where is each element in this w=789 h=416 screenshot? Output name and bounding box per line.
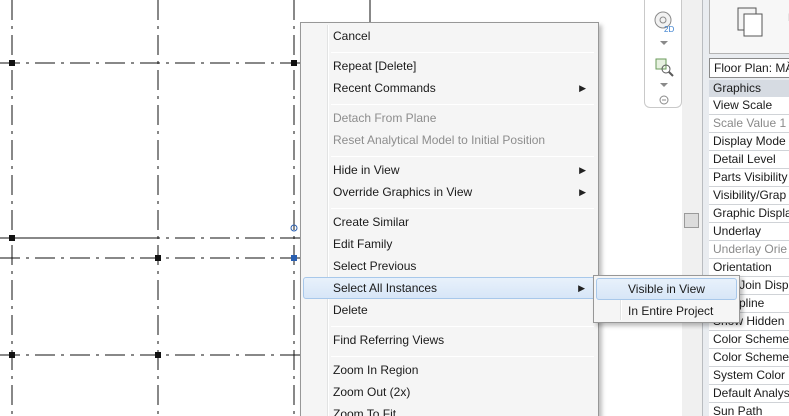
vertical-scrollbar[interactable] (682, 0, 702, 416)
menu-item-create-similar[interactable]: Create Similar (303, 211, 596, 233)
menu-item-label: Zoom In Region (333, 363, 419, 377)
property-row[interactable]: Underlay (709, 223, 789, 241)
menu-item-label: Repeat [Delete] (333, 59, 417, 73)
menu-item-select-previous[interactable]: Select Previous (303, 255, 596, 277)
menu-separator (331, 356, 594, 357)
menu-separator (331, 326, 594, 327)
submenu-item-visible-in-view[interactable]: Visible in View (596, 278, 737, 300)
menu-item-override-graphics-in-view[interactable]: Override Graphics in View ▶ (303, 181, 596, 203)
property-row[interactable]: Color Scheme (709, 349, 789, 367)
properties-section-header[interactable]: Graphics (709, 80, 789, 97)
chevron-down-icon[interactable] (653, 80, 675, 90)
menu-item-label: Detach From Plane (333, 111, 437, 125)
floor-plan-type-icon (737, 7, 763, 37)
menu-item-label: Create Similar (333, 215, 410, 229)
menu-item-label: Select All Instances (333, 281, 438, 295)
menu-item-detach-from-plane[interactable]: Detach From Plane (303, 107, 596, 129)
menu-item-edit-family[interactable]: Edit Family (303, 233, 596, 255)
properties-rows: View Scale Scale Value 1 Display Mode Detai… (709, 97, 789, 416)
menu-item-reset-analytical-model-to-initial-position[interactable]: Reset Analytical Model to Initial Positi… (303, 129, 596, 151)
menu-item-label: Zoom To Fit (333, 407, 397, 416)
menu-item-repeat-delete[interactable]: Repeat [Delete] (303, 55, 596, 77)
menu-item-select-all-instances[interactable]: Select All Instances ▶ (303, 277, 596, 299)
properties-panel: Fl Floor Plan: MĂ Graphics View ScaleSca… (702, 0, 789, 416)
property-row[interactable]: System Color (709, 367, 789, 385)
menu-separator (331, 208, 594, 209)
property-row[interactable]: Parts Visibility (709, 169, 789, 187)
menu-separator (331, 156, 594, 157)
menu-item-label: Zoom Out (2x) (333, 385, 411, 399)
property-row[interactable]: View Scale (709, 97, 789, 115)
menu-separator (331, 104, 594, 105)
property-row[interactable]: Scale Value 1 (709, 115, 789, 133)
scroll-thumb[interactable] (684, 213, 699, 228)
submenu-arrow-icon: ▶ (579, 187, 586, 197)
menu-item-label: Select Previous (333, 259, 417, 273)
menu-item-label: Reset Analytical Model to Initial Positi… (333, 133, 546, 147)
context-menu: Cancel Repeat [Delete] Recent Commands ▶ Det… (300, 22, 599, 416)
steering-wheel-2d-icon[interactable]: 2D (653, 10, 675, 32)
property-row[interactable]: Visibility/Grap (709, 187, 789, 205)
menu-item-delete[interactable]: Delete (303, 299, 596, 321)
type-selector[interactable]: Fl (709, 0, 789, 54)
chevron-down-icon[interactable] (653, 38, 675, 48)
zoom-region-icon[interactable] (653, 56, 675, 78)
submenu-item-label: Visible in View (628, 282, 705, 296)
menu-item-label: Override Graphics in View (333, 185, 473, 199)
submenu-item-in-entire-project[interactable]: In Entire Project (596, 300, 737, 322)
menu-item-zoom-in-region[interactable]: Zoom In Region (303, 359, 596, 381)
property-row[interactable]: Color Scheme (709, 331, 789, 349)
menu-separator (331, 52, 594, 53)
property-row[interactable]: Sun Path (709, 403, 789, 416)
menu-item-zoom-out-2x[interactable]: Zoom Out (2x) (303, 381, 596, 403)
property-row[interactable]: Display Mode (709, 133, 789, 151)
menu-item-label: Recent Commands (333, 81, 436, 95)
property-row[interactable]: Default Analys (709, 385, 789, 403)
menu-item-label: Edit Family (333, 237, 393, 251)
submenu-arrow-icon: ▶ (578, 283, 585, 293)
menu-item-label: Cancel (333, 29, 371, 43)
menu-item-cancel[interactable]: Cancel (303, 25, 596, 47)
property-row[interactable]: Graphic Displa (709, 205, 789, 223)
options-icon[interactable] (653, 94, 675, 106)
select-all-instances-submenu: Visible in View In Entire Project (593, 275, 740, 323)
property-row[interactable]: Underlay Orie (709, 241, 789, 259)
menu-item-zoom-to-fit[interactable]: Zoom To Fit (303, 403, 596, 416)
menu-item-hide-in-view[interactable]: Hide in View ▶ (303, 159, 596, 181)
menu-item-find-referring-views[interactable]: Find Referring Views (303, 329, 596, 351)
submenu-item-label: In Entire Project (628, 304, 714, 318)
submenu-arrow-icon: ▶ (579, 165, 586, 175)
menu-item-label: Delete (333, 303, 368, 317)
property-row[interactable]: Detail Level (709, 151, 789, 169)
menu-item-recent-commands[interactable]: Recent Commands ▶ (303, 77, 596, 99)
svg-text:2D: 2D (664, 25, 674, 32)
submenu-arrow-icon: ▶ (579, 83, 586, 93)
view-instance-dropdown[interactable]: Floor Plan: MĂ (709, 58, 789, 78)
menu-item-label: Find Referring Views (333, 333, 445, 347)
menu-item-label: Hide in View (333, 163, 400, 177)
navigation-bar: 2D (644, 0, 682, 108)
